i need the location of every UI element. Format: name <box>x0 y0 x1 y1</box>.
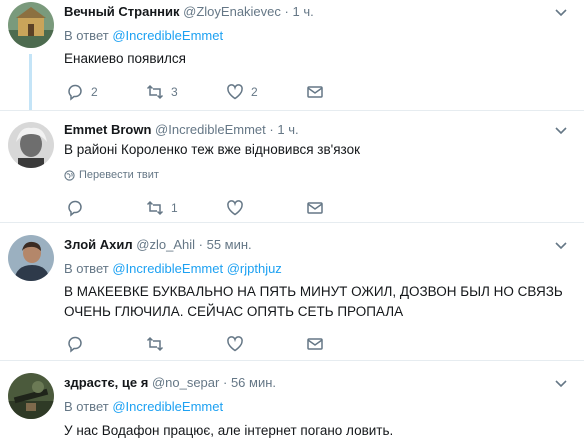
display-name[interactable]: Вечный Странник <box>64 4 180 19</box>
mention-link[interactable]: @IncredibleEmmet <box>112 399 223 414</box>
reply-button[interactable] <box>66 335 91 353</box>
direct-message-button[interactable] <box>306 83 324 101</box>
avatar[interactable] <box>8 2 54 48</box>
reply-button[interactable]: 2 <box>66 83 98 101</box>
chevron-down-icon[interactable] <box>554 379 568 389</box>
avatar[interactable] <box>8 235 54 281</box>
direct-message-button[interactable] <box>306 335 324 353</box>
retweet-count: 3 <box>171 85 178 99</box>
like-count: 2 <box>251 85 258 99</box>
timestamp[interactable]: 55 мин. <box>207 237 252 252</box>
tweet-3[interactable]: Злой Ахил @zlo_Ahil · 55 мин. В ответ @I… <box>0 222 584 360</box>
tweet-header: здрастє, це я @no_separ · 56 мин. <box>64 375 276 391</box>
mention-link[interactable]: @IncredibleEmmet <box>112 261 223 276</box>
direct-message-button[interactable] <box>306 199 324 217</box>
user-handle[interactable]: @no_separ <box>152 375 219 390</box>
envelope-icon <box>307 202 323 214</box>
retweet-icon <box>146 336 164 352</box>
tweet-actions <box>66 335 346 353</box>
retweet-icon <box>146 200 164 216</box>
tweet-header: Злой Ахил @zlo_Ahil · 55 мин. <box>64 237 252 253</box>
chevron-down-icon[interactable] <box>554 8 568 18</box>
like-button[interactable] <box>226 335 251 353</box>
tweet-text: Енакиево появился <box>64 51 186 66</box>
separator-dot: · <box>284 4 289 19</box>
reply-count: 2 <box>91 85 98 99</box>
retweet-count: 1 <box>171 201 178 215</box>
translate-link[interactable]: Перевести твит <box>64 168 159 182</box>
tweet-2[interactable]: Emmet Brown @IncredibleEmmet · 1 ч. В ра… <box>0 110 584 222</box>
retweet-button[interactable] <box>146 335 171 353</box>
tweet-header: Emmet Brown @IncredibleEmmet · 1 ч. <box>64 122 299 138</box>
chevron-down-icon[interactable] <box>554 241 568 251</box>
separator-dot: · <box>198 237 203 252</box>
timestamp[interactable]: 1 ч. <box>293 4 314 19</box>
reply-prefix: В ответ <box>64 261 109 276</box>
user-handle[interactable]: @zlo_Ahil <box>136 237 195 252</box>
thread-line <box>29 54 32 110</box>
reply-context: В ответ @IncredibleEmmet @rjpthjuz <box>64 261 282 277</box>
like-button[interactable] <box>226 199 251 217</box>
timestamp[interactable]: 56 мин. <box>231 375 276 390</box>
envelope-icon <box>307 338 323 350</box>
retweet-button[interactable]: 3 <box>146 83 178 101</box>
reply-context: В ответ @IncredibleEmmet <box>64 399 223 415</box>
heart-icon <box>227 200 243 216</box>
reply-icon <box>68 84 82 101</box>
tweet-text: У нас Водафон працює, але інтернет поган… <box>64 423 394 438</box>
display-name[interactable]: Emmet Brown <box>64 122 151 137</box>
display-name[interactable]: здрастє, це я <box>64 375 148 390</box>
reply-icon <box>68 336 82 353</box>
mention-link[interactable]: @IncredibleEmmet <box>112 28 223 43</box>
tweet-header: Вечный Странник @ZloyEnakievec · 1 ч. <box>64 4 314 20</box>
reply-icon <box>68 200 82 217</box>
retweet-icon <box>146 84 164 100</box>
separator-dot: · <box>269 122 274 137</box>
tweet-text: В районі Короленко теж вже відновився зв… <box>64 142 361 157</box>
tweet-text-line-1: В МАКЕЕВКЕ БУКВАЛЬНО НА ПЯТЬ МИНУТ ОЖИЛ,… <box>64 284 563 299</box>
tweet-4[interactable]: здрастє, це я @no_separ · 56 мин. В отве… <box>0 360 584 446</box>
tweet-actions: 1 <box>66 199 346 217</box>
user-handle[interactable]: @IncredibleEmmet <box>155 122 266 137</box>
tweet-actions: 2 3 2 <box>66 83 346 101</box>
globe-icon <box>64 169 75 181</box>
like-button[interactable]: 2 <box>226 83 258 101</box>
tweet-1[interactable]: Вечный Странник @ZloyEnakievec · 1 ч. В … <box>0 0 584 110</box>
envelope-icon <box>307 86 323 98</box>
avatar[interactable] <box>8 122 54 168</box>
timestamp[interactable]: 1 ч. <box>277 122 298 137</box>
user-handle[interactable]: @ZloyEnakievec <box>183 4 281 19</box>
translate-label: Перевести твит <box>79 169 159 181</box>
heart-icon <box>227 336 243 352</box>
avatar[interactable] <box>8 373 54 419</box>
separator-dot: · <box>222 375 228 390</box>
heart-icon <box>227 84 243 100</box>
mention-link[interactable]: @rjpthjuz <box>227 261 282 276</box>
reply-prefix: В ответ <box>64 28 109 43</box>
retweet-button[interactable]: 1 <box>146 199 178 217</box>
reply-prefix: В ответ <box>64 399 109 414</box>
reply-context: В ответ @IncredibleEmmet <box>64 28 223 44</box>
chevron-down-icon[interactable] <box>554 126 568 136</box>
reply-button[interactable] <box>66 199 91 217</box>
display-name[interactable]: Злой Ахил <box>64 237 133 252</box>
tweet-text-line-2: ОЧЕНЬ ГЛЮЧИЛА. СЕЙЧАС ОПЯТЬ СЕТЬ ПРОПАЛА <box>64 304 404 319</box>
